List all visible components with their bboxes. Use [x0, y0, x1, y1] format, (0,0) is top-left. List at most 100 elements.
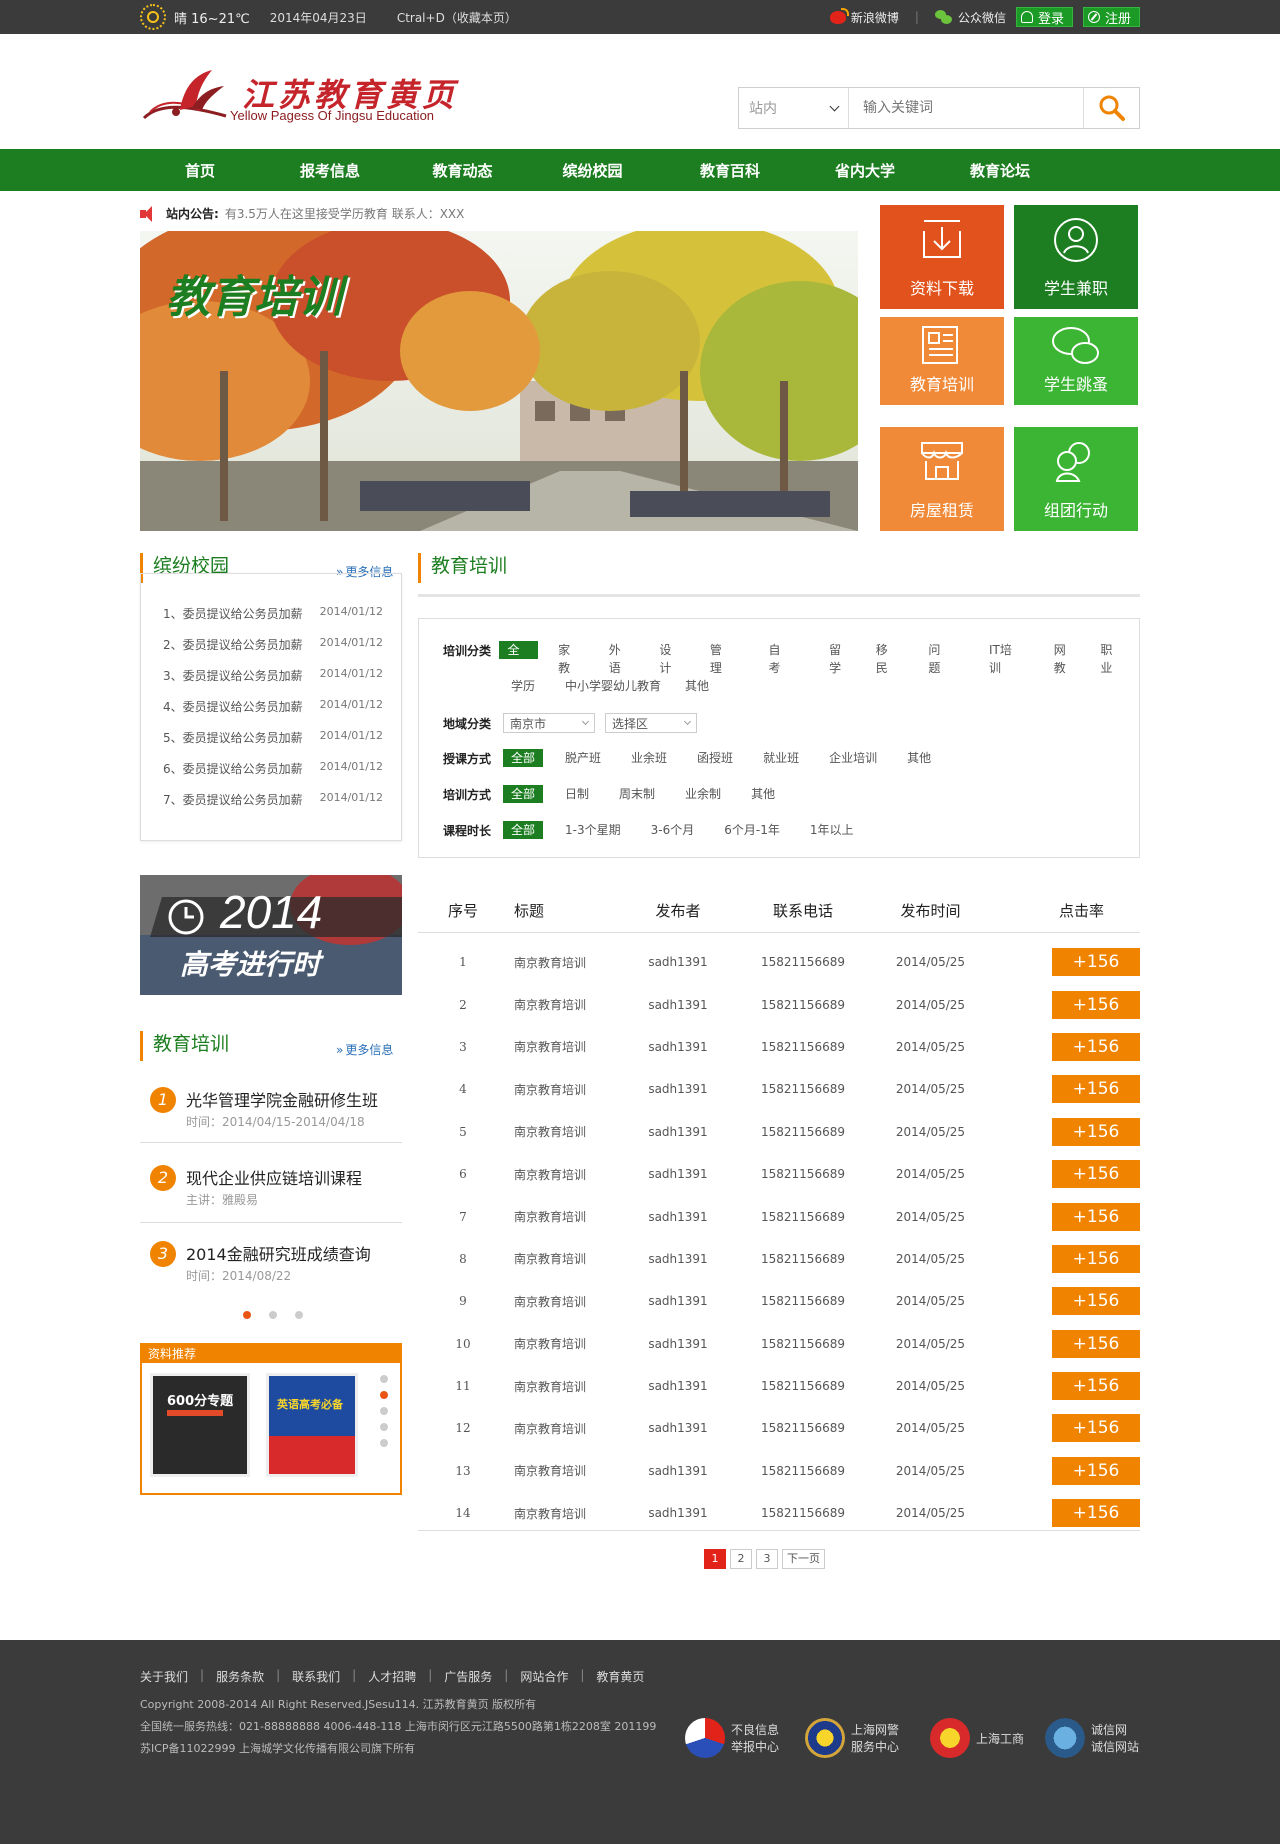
nav-exam-info[interactable]: 报考信息 [260, 160, 400, 181]
filter-option[interactable]: 管理 [702, 641, 741, 675]
table-row[interactable]: 4 南京教育培训 sadh1391 15821156689 2014/05/25 +156 [418, 1068, 1140, 1110]
filter-option[interactable]: 业余制 [677, 785, 729, 803]
filter-option[interactable]: 职业 [1092, 641, 1131, 675]
footer-link[interactable]: 教育黄页 [596, 1668, 644, 1685]
table-row[interactable]: 6 南京教育培训 sadh1391 15821156689 2014/05/25 +156 [418, 1153, 1140, 1195]
hits-button[interactable]: +156 [1052, 1287, 1140, 1316]
filter-option[interactable]: 企业培训 [821, 749, 885, 767]
table-row[interactable]: 5 南京教育培训 sadh1391 15821156689 2014/05/25 +156 [418, 1111, 1140, 1153]
filter-option[interactable]: 全部 [503, 785, 544, 803]
city-select[interactable]: 南京市 [503, 713, 595, 733]
nav-encyclopedia[interactable]: 教育百科 [660, 160, 800, 181]
search-scope-select[interactable]: 站内 [739, 88, 849, 128]
hits-button[interactable]: +156 [1052, 1160, 1140, 1189]
list-item[interactable]: 7、委员提议给公务员加薪 2014/01/12 [163, 791, 383, 808]
carousel-dot[interactable] [269, 1311, 277, 1319]
filter-option[interactable]: 其他 [677, 677, 717, 695]
badge-business-bureau[interactable]: 上海工商 [930, 1718, 1024, 1758]
table-row[interactable]: 11 南京教育培训 sadh1391 15821156689 2014/05/25 +15… [418, 1365, 1140, 1407]
filter-option[interactable]: 其他 [899, 749, 939, 767]
list-item[interactable]: 2 现代企业供应链培训课程 主讲：雅殿易 [140, 1143, 402, 1223]
table-row[interactable]: 8 南京教育培训 sadh1391 15821156689 2014/05/25 +156 [418, 1238, 1140, 1280]
hits-button[interactable]: +156 [1052, 1075, 1140, 1104]
filter-option[interactable]: 日制 [557, 785, 597, 803]
badge-cyber-police[interactable]: 上海网警 服务中心 [805, 1718, 899, 1758]
filter-option[interactable]: 函授班 [689, 749, 741, 767]
filter-option[interactable]: 自考 [761, 641, 800, 675]
hits-button[interactable]: +156 [1052, 1117, 1140, 1146]
book-cover[interactable]: 英语高考必备 [266, 1373, 358, 1477]
table-row[interactable]: 13 南京教育培训 sadh1391 15821156689 2014/05/25 +15… [418, 1450, 1140, 1492]
filter-option[interactable]: 其他 [743, 785, 783, 803]
filter-option[interactable]: 中小学婴幼儿教育 [557, 677, 669, 695]
filter-option[interactable]: 学历 [503, 677, 543, 695]
filter-option[interactable]: 问题 [920, 641, 959, 675]
list-item[interactable]: 1、委员提议给公务员加薪 2014/01/12 [163, 605, 383, 622]
footer-link[interactable]: 联系我们 [292, 1668, 340, 1685]
page-button[interactable]: 1 [704, 1549, 726, 1569]
filter-option[interactable]: 全部 [503, 821, 544, 839]
filter-option[interactable]: 周末制 [611, 785, 663, 803]
filter-option[interactable]: 全部 [503, 749, 544, 767]
table-row[interactable]: 3 南京教育培训 sadh1391 15821156689 2014/05/25 +156 [418, 1026, 1140, 1068]
table-row[interactable]: 2 南京教育培训 sadh1391 15821156689 2014/05/25 +156 [418, 983, 1140, 1025]
filter-option[interactable]: 外语 [601, 641, 640, 675]
filter-option[interactable]: 设计 [651, 641, 690, 675]
list-item[interactable]: 2、委员提议给公务员加薪 2014/01/12 [163, 636, 383, 653]
filter-option[interactable]: 全部 [499, 641, 539, 675]
tile-group[interactable]: 组团行动 [1014, 427, 1138, 531]
nav-edu-news[interactable]: 教育动态 [400, 160, 525, 181]
carousel-dot[interactable] [295, 1311, 303, 1319]
table-row[interactable]: 14 南京教育培训 sadh1391 15821156689 2014/05/25 +15… [418, 1492, 1140, 1534]
nav-campus[interactable]: 缤纷校园 [525, 160, 660, 181]
notice-text[interactable]: 有3.5万人在这里接受学历教育 联系人：XXX [225, 205, 465, 222]
banner-image[interactable]: 教育培训 [140, 231, 858, 531]
list-item[interactable]: 6、委员提议给公务员加薪 2014/01/12 [163, 760, 383, 777]
filter-option[interactable]: 网教 [1046, 641, 1085, 675]
page-button[interactable]: 2 [730, 1549, 752, 1569]
table-row[interactable]: 10 南京教育培训 sadh1391 15821156689 2014/05/25 +15… [418, 1323, 1140, 1365]
search-button[interactable] [1083, 88, 1139, 128]
hits-button[interactable]: +156 [1052, 990, 1140, 1019]
gaokao-banner[interactable]: 2014 高考进行时 [140, 875, 402, 995]
hits-button[interactable]: +156 [1052, 1244, 1140, 1273]
tile-download[interactable]: 资料下载 [880, 205, 1004, 309]
filter-option[interactable]: 6个月-1年 [716, 821, 788, 839]
filter-option[interactable]: 移民 [868, 641, 907, 675]
hits-button[interactable]: +156 [1052, 1032, 1140, 1061]
tile-rental[interactable]: 房屋租赁 [880, 427, 1004, 531]
tile-training[interactable]: 教育培训 [880, 317, 1004, 405]
filter-option[interactable]: 留学 [821, 641, 860, 675]
footer-link[interactable]: 关于我们 [140, 1668, 188, 1685]
filter-option[interactable]: 家教 [550, 641, 589, 675]
footer-link[interactable]: 服务条款 [216, 1668, 264, 1685]
tile-flea-market[interactable]: 学生跳蚤 [1014, 317, 1138, 405]
badge-report-center[interactable]: 不良信息 举报中心 [685, 1718, 779, 1758]
filter-option[interactable]: 脱产班 [557, 749, 609, 767]
carousel-dot[interactable] [243, 1311, 251, 1319]
hits-button[interactable]: +156 [1052, 1499, 1140, 1528]
page-button[interactable]: 3 [756, 1549, 778, 1569]
carousel-dot[interactable] [380, 1439, 388, 1447]
badge-integrity-site[interactable]: 诚信网 诚信网站 [1045, 1718, 1139, 1758]
footer-link[interactable]: 人才招聘 [368, 1668, 416, 1685]
list-item[interactable]: 1 光华管理学院金融研修生班 时间：2014/04/15-2014/04/18 [140, 1071, 402, 1143]
training-more-link[interactable]: » 更多信息 [336, 1041, 393, 1058]
carousel-dot[interactable] [380, 1391, 388, 1399]
hits-button[interactable]: +156 [1052, 1329, 1140, 1358]
hits-button[interactable]: +156 [1052, 1456, 1140, 1485]
table-row[interactable]: 1 南京教育培训 sadh1391 15821156689 2014/05/25 +156 [418, 941, 1140, 983]
district-select[interactable]: 选择区 [605, 713, 697, 733]
wechat-link[interactable]: 公众微信 [934, 9, 1006, 26]
nav-universities[interactable]: 省内大学 [800, 160, 930, 181]
filter-option[interactable]: 3-6个月 [643, 821, 703, 839]
nav-home[interactable]: 首页 [140, 160, 260, 181]
login-button[interactable]: 登录 [1015, 7, 1073, 27]
bookmark-link[interactable]: Ctral+D（收藏本页） [397, 9, 517, 26]
table-row[interactable]: 12 南京教育培训 sadh1391 15821156689 2014/05/25 +15… [418, 1407, 1140, 1449]
register-button[interactable]: 注册 [1082, 7, 1140, 27]
carousel-dot[interactable] [380, 1407, 388, 1415]
table-row[interactable]: 7 南京教育培训 sadh1391 15821156689 2014/05/25 +156 [418, 1195, 1140, 1237]
carousel-dot[interactable] [380, 1375, 388, 1383]
filter-option[interactable]: 1-3个星期 [557, 821, 629, 839]
